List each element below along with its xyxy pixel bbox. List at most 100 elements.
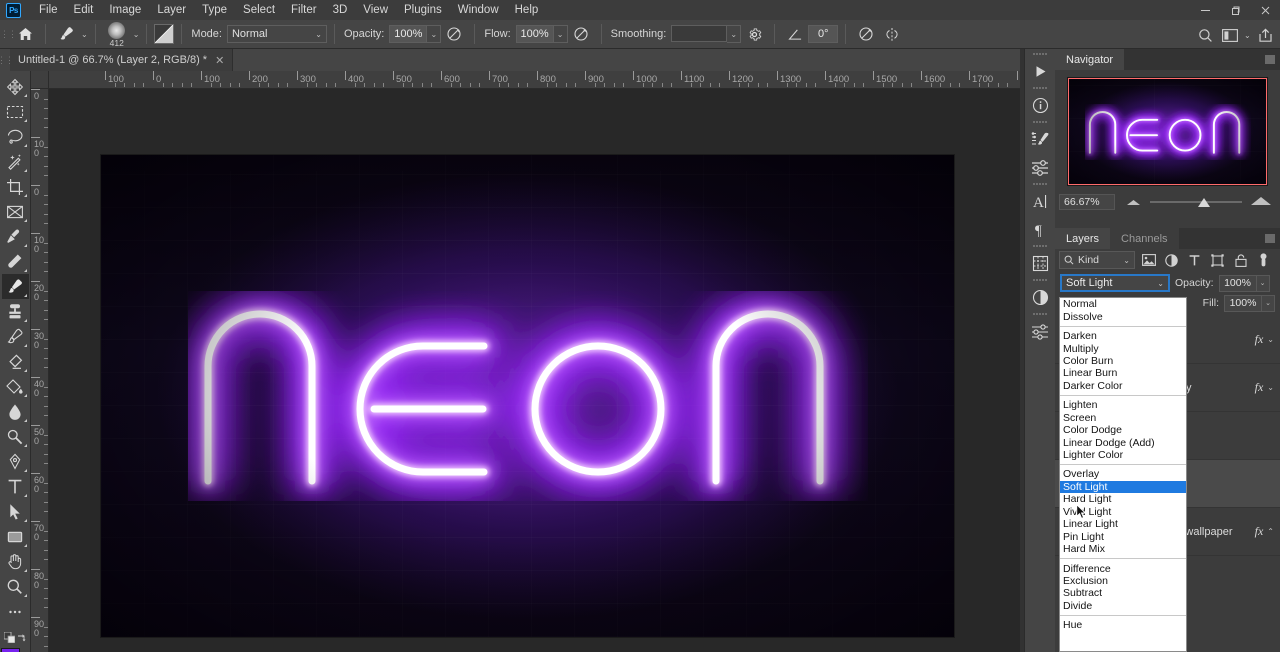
rail-grip[interactable] — [1031, 119, 1049, 125]
chevron-down-icon[interactable]: ⌃ — [1267, 527, 1274, 536]
pressure-opacity-icon[interactable] — [441, 23, 467, 45]
zoom-level-input[interactable]: 66.67% — [1059, 194, 1115, 210]
minimize-button[interactable] — [1190, 0, 1220, 20]
search-icon[interactable] — [1192, 24, 1218, 46]
layer-effects-icon[interactable]: fx — [1255, 380, 1264, 395]
shape-filter-icon[interactable] — [1208, 251, 1227, 269]
artboard[interactable] — [101, 155, 954, 637]
menu-item-subtract[interactable]: Subtract — [1060, 587, 1186, 599]
rectangle-tool[interactable] — [2, 524, 29, 549]
share-icon[interactable] — [1253, 24, 1279, 46]
rectangular-marquee-tool[interactable] — [2, 99, 29, 124]
menu-item-darker-color[interactable]: Darker Color — [1060, 380, 1186, 392]
menu-item-hard-light[interactable]: Hard Light — [1060, 493, 1186, 505]
layer-opacity-input[interactable]: 100% — [1218, 274, 1257, 292]
panel-menu-icon[interactable] — [1265, 55, 1275, 64]
horizontal-ruler[interactable]: 100 0 100 200 300 400 500 600 700 800 900 1000 1100 1… — [49, 71, 1020, 89]
menu-item-lighten[interactable]: Lighten — [1060, 399, 1186, 411]
object-selection-tool[interactable] — [2, 149, 29, 174]
menu-item-linear-burn[interactable]: Linear Burn — [1060, 367, 1186, 379]
rail-grip[interactable] — [1031, 85, 1049, 91]
menu-item-file[interactable]: File — [31, 0, 66, 20]
history-brush-tool[interactable] — [2, 324, 29, 349]
layer-blend-mode-select[interactable]: Soft Light ⌄ — [1060, 274, 1170, 292]
layer-effects-icon[interactable]: fx — [1255, 524, 1264, 539]
info-icon[interactable] — [1027, 92, 1054, 119]
gradient-tool[interactable] — [2, 374, 29, 399]
crop-tool[interactable] — [2, 174, 29, 199]
maximize-button[interactable] — [1220, 0, 1250, 20]
menu-item-edit[interactable]: Edit — [66, 0, 102, 20]
type-tool[interactable] — [2, 474, 29, 499]
swap-colors-icon[interactable] — [17, 633, 27, 646]
menu-item-difference[interactable]: Difference — [1060, 562, 1186, 575]
chevron-down-icon[interactable]: ⌄ — [1267, 335, 1274, 344]
pen-tool[interactable] — [2, 449, 29, 474]
blend-mode-dropdown[interactable]: Normal Dissolve Darken Multiply Color Burn Li… — [1059, 297, 1187, 652]
menu-item-3d[interactable]: 3D — [325, 0, 356, 20]
layer-fill-input[interactable]: 100% — [1224, 294, 1262, 312]
brush-tool[interactable] — [1, 274, 29, 299]
menu-item-exclusion[interactable]: Exclusion — [1060, 575, 1186, 587]
blur-tool[interactable] — [2, 399, 29, 424]
menu-item-linear-light[interactable]: Linear Light — [1060, 518, 1186, 530]
adjustment-filter-icon[interactable] — [1162, 251, 1181, 269]
rail-grip[interactable] — [1031, 277, 1049, 283]
dodge-tool[interactable] — [2, 424, 29, 449]
layer-opacity-stepper[interactable]: ⌄ — [1256, 274, 1270, 292]
image-filter-icon[interactable] — [1139, 251, 1158, 269]
zoom-slider-knob[interactable] — [1197, 197, 1210, 207]
lasso-tool[interactable] — [2, 124, 29, 149]
rail-grip[interactable] — [1031, 311, 1049, 317]
brush-settings-swatch-icon[interactable] — [154, 24, 175, 44]
zoom-slider[interactable] — [1150, 194, 1242, 210]
brush-panel-chevron-icon[interactable]: ⌄ — [133, 30, 140, 39]
tab-channels[interactable]: Channels — [1110, 228, 1179, 249]
brush-tool-icon[interactable] — [53, 23, 79, 45]
document-tab[interactable]: Untitled-1 @ 66.7% (Layer 2, RGB/8) * ✕ — [10, 49, 234, 71]
menu-item-hue[interactable]: Hue — [1060, 619, 1186, 631]
menu-item-soft-light[interactable]: Soft Light — [1060, 480, 1186, 494]
symmetry-icon[interactable] — [879, 23, 905, 45]
brush-preset-chevron-icon[interactable]: ⌄ — [81, 30, 88, 39]
eraser-tool[interactable] — [2, 349, 29, 374]
zoom-out-icon[interactable] — [1125, 196, 1142, 209]
workspace-icon[interactable] — [1220, 24, 1240, 46]
options-bar-grip[interactable]: ⋮⋮ — [0, 24, 17, 44]
menu-item-layer[interactable]: Layer — [149, 0, 194, 20]
menu-item-type[interactable]: Type — [194, 0, 235, 20]
menu-item-vivid-light[interactable]: Vivid Light — [1060, 506, 1186, 518]
tab-layers[interactable]: Layers — [1055, 228, 1111, 249]
tab-bar-grip[interactable]: ⋮⋮ — [0, 49, 14, 71]
rail-grip[interactable] — [1031, 243, 1049, 249]
menu-item-hard-mix[interactable]: Hard Mix — [1060, 543, 1186, 555]
move-tool[interactable] — [2, 74, 29, 99]
smoothing-stepper[interactable]: ⌄ — [727, 25, 742, 43]
zoom-tool[interactable] — [2, 574, 29, 599]
menu-item-linear-dodge-add[interactable]: Linear Dodge (Add) — [1060, 436, 1186, 449]
spot-healing-brush-tool[interactable] — [2, 249, 29, 274]
close-icon[interactable]: ✕ — [215, 54, 224, 67]
paragraph-icon[interactable]: ¶ — [1027, 216, 1054, 243]
menu-item-color-dodge[interactable]: Color Dodge — [1060, 424, 1186, 436]
blend-mode-select[interactable]: Normal ⌄ — [226, 25, 327, 43]
default-colors-icon[interactable] — [3, 631, 15, 646]
menu-item-darken[interactable]: Darken — [1060, 330, 1186, 342]
menu-item-divide[interactable]: Divide — [1060, 600, 1186, 612]
angle-input[interactable]: 0° — [808, 25, 839, 43]
vertical-ruler[interactable]: 010001002003004005006007008009001000 — [31, 89, 49, 652]
chevron-down-icon[interactable]: ⌄ — [1244, 31, 1251, 40]
pattern-icon[interactable] — [1027, 250, 1054, 277]
path-selection-tool[interactable] — [2, 499, 29, 524]
adjustments-icon[interactable] — [1027, 154, 1054, 181]
menu-item-pin-light[interactable]: Pin Light — [1060, 530, 1186, 543]
menu-item-filter[interactable]: Filter — [283, 0, 325, 20]
ruler-corner[interactable] — [31, 71, 49, 89]
canvas-area[interactable] — [49, 89, 1020, 652]
brush-settings-icon[interactable] — [1027, 126, 1054, 153]
menu-item-view[interactable]: View — [355, 0, 396, 20]
navigator-thumbnail[interactable] — [1067, 77, 1268, 186]
airbrush-icon[interactable] — [568, 23, 594, 45]
menu-item-normal[interactable]: Normal — [1060, 298, 1186, 310]
close-button[interactable] — [1250, 0, 1280, 20]
